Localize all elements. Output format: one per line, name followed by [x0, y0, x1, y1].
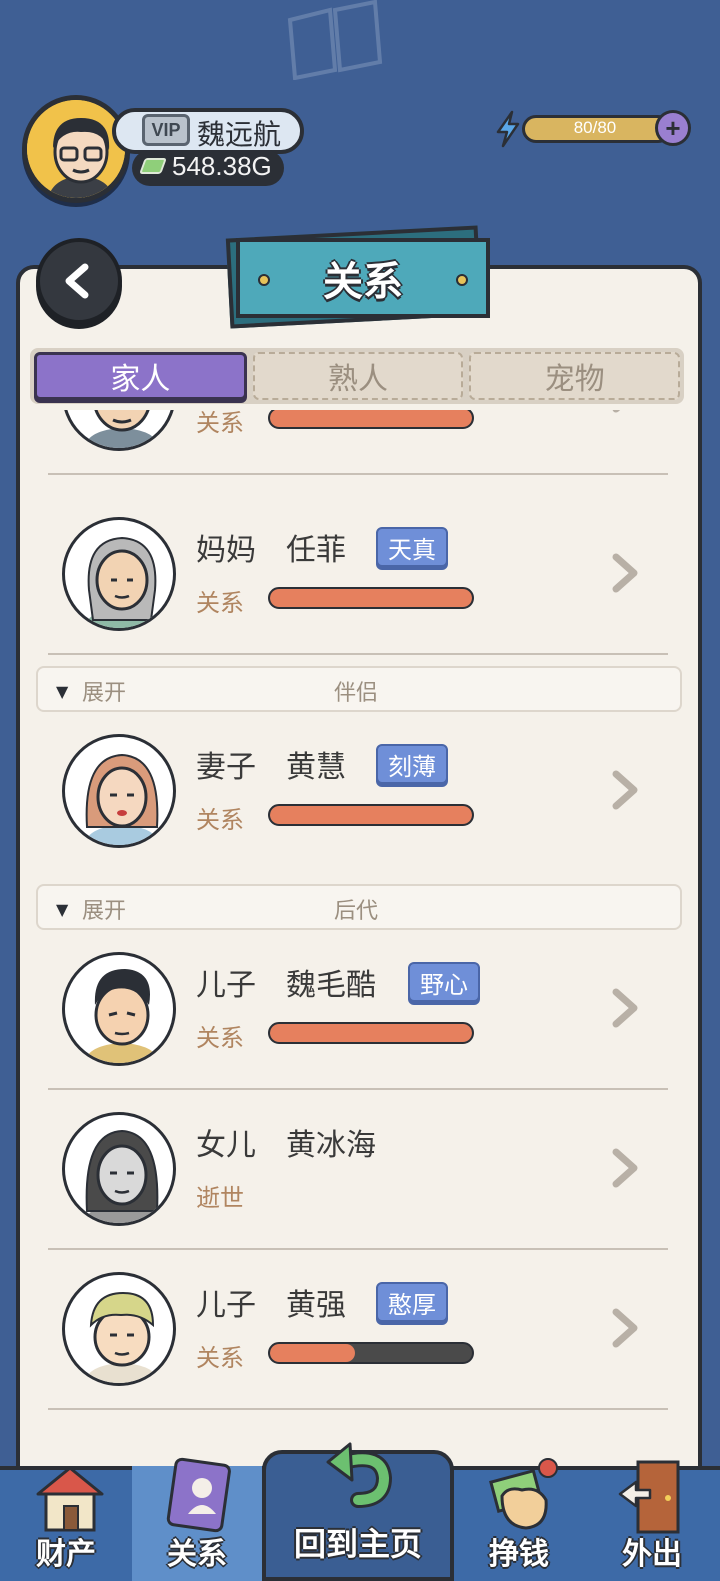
row-divider [48, 473, 668, 475]
list-item[interactable]: 儿子 魏毛酷 野心 关系 [20, 930, 698, 1090]
relationship-bar-fill [270, 1344, 355, 1362]
trait-badge: 憨厚 [376, 1282, 448, 1322]
relationship-bar-fill [270, 806, 472, 824]
energy-bolt-icon [496, 110, 520, 148]
vip-badge[interactable]: VIP [142, 114, 190, 146]
nav-relations[interactable]: 关系 [132, 1457, 262, 1581]
expand-label: 展开 [82, 681, 127, 706]
list-item[interactable]: 儿子 黄强 憨厚 关系 [20, 1250, 698, 1410]
relationship-label: 关系 [196, 589, 244, 617]
list-item[interactable]: 妻子 黄慧 刻薄 关系 [20, 712, 698, 872]
portrait-son [62, 1272, 176, 1386]
back-button[interactable] [36, 238, 122, 324]
chevron-left-icon [65, 263, 89, 299]
return-arrow-icon [326, 1442, 393, 1508]
relationship-bar [268, 410, 474, 429]
trait-badge: 天真 [376, 527, 448, 567]
portrait-daughter [62, 1112, 176, 1226]
relationship-label: 关系 [196, 1344, 244, 1372]
expand-label: 展开 [82, 899, 127, 924]
relation-role: 妻子 [196, 750, 256, 785]
portrait-mother [62, 517, 176, 631]
pin-dot [456, 274, 468, 286]
relationship-bar-fill [270, 410, 472, 427]
group-header-offspring[interactable]: ▼ 展开 后代 [36, 884, 682, 930]
relationship-label: 关系 [196, 410, 244, 437]
nav-earn[interactable]: 挣钱 [454, 1458, 584, 1581]
list-item[interactable]: 女儿 黄冰海 逝世 [20, 1090, 698, 1250]
chevron-right-icon[interactable] [608, 1148, 642, 1188]
portrait-wife [62, 734, 176, 848]
nav-assets[interactable]: 财产 [0, 1466, 132, 1581]
chevron-right-icon[interactable] [608, 770, 642, 810]
deceased-label: 逝世 [196, 1184, 244, 1212]
person-name: 魏毛酷 [286, 968, 376, 1003]
player-portrait-icon [27, 100, 125, 198]
list-item[interactable]: 妈妈 任菲 天真 关系 [20, 495, 698, 655]
relation-role: 女儿 [196, 1128, 256, 1163]
fist-money-icon [489, 1458, 558, 1530]
group-name: 后代 [334, 899, 379, 924]
player-avatar[interactable] [22, 95, 130, 203]
triangle-down-icon: ▼ [56, 900, 69, 919]
chevron-right-icon[interactable] [608, 553, 642, 593]
category-tabs: 家人 熟人 宠物 [30, 348, 684, 404]
triangle-down-icon: ▼ [56, 682, 69, 701]
person-name: 黄慧 [286, 750, 346, 785]
relation-role: 儿子 [196, 1288, 256, 1323]
relation-role: 儿子 [196, 968, 256, 1003]
relation-list[interactable]: 关系 妈妈 任菲 天真 关系 ▼ 展开 伴侣 妻子 黄慧 刻薄 关系 ▼ 展开 … [20, 410, 698, 1465]
person-name: 任菲 [286, 533, 346, 568]
nav-label: 回到主页 [293, 1525, 422, 1563]
contact-book-icon [166, 1457, 231, 1533]
portrait-son [62, 952, 176, 1066]
money-value: 548.38G [172, 151, 272, 181]
player-name: 魏远航 [197, 118, 282, 151]
relation-role: 妈妈 [196, 533, 256, 568]
person-name: 黄强 [286, 1288, 346, 1323]
trait-badge: 刻薄 [376, 744, 448, 784]
portrait-father [62, 410, 176, 451]
page-title: 关系 [323, 259, 403, 305]
energy-value: 80/80 [573, 118, 617, 137]
book-doodle-icon [287, 0, 383, 80]
person-name: 黄冰海 [286, 1128, 376, 1163]
relationship-label: 关系 [196, 806, 244, 834]
relationship-bar [268, 804, 474, 826]
home-button[interactable]: 回到主页 [262, 1442, 454, 1581]
house-icon [36, 1466, 104, 1532]
nav-outing[interactable]: 外出 [584, 1460, 720, 1581]
tab-acquaintances[interactable]: 熟人 [252, 352, 464, 400]
relationship-bar [268, 1342, 474, 1364]
door-exit-icon [618, 1460, 680, 1534]
title-card: 关系 [236, 238, 490, 318]
row-divider [48, 653, 668, 655]
nav-label: 关系 [167, 1537, 227, 1572]
chevron-right-icon[interactable] [608, 1308, 642, 1348]
relationship-bar [268, 587, 474, 609]
list-item[interactable]: 关系 [20, 410, 698, 475]
relationship-bar-fill [270, 589, 472, 607]
relationship-bar-fill [270, 1024, 472, 1042]
relationship-label: 关系 [196, 1024, 244, 1052]
row-divider [48, 1408, 668, 1410]
group-name: 伴侣 [334, 681, 379, 706]
pin-dot [258, 274, 270, 286]
tab-family[interactable]: 家人 [34, 352, 247, 400]
chevron-right-icon[interactable] [608, 410, 642, 413]
tab-pets[interactable]: 宠物 [469, 352, 681, 400]
trait-badge: 野心 [408, 962, 480, 1002]
relationship-bar [268, 1022, 474, 1044]
add-energy-button[interactable]: + [655, 110, 691, 146]
group-header-partner[interactable]: ▼ 展开 伴侣 [36, 666, 682, 712]
chevron-right-icon[interactable] [608, 988, 642, 1028]
